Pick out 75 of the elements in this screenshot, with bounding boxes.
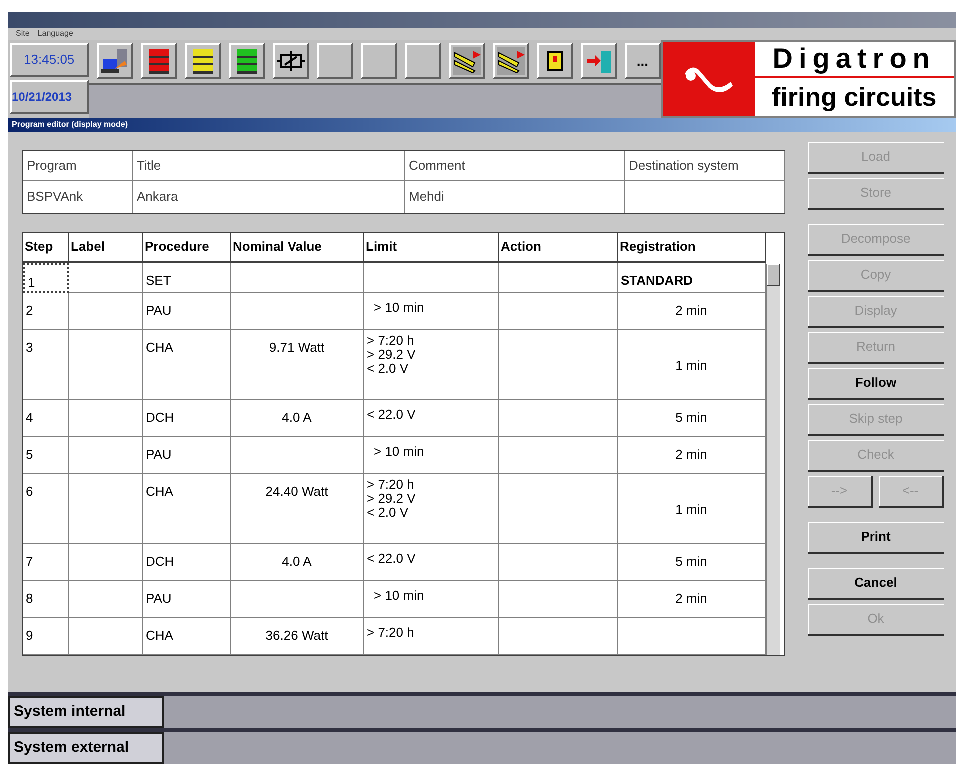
table-cell: 9.71 Watt (231, 330, 364, 400)
table-cell: 4.0 A (231, 400, 364, 437)
table-cell: PAU (143, 581, 231, 618)
table-cell-text: < 22.0 V (367, 408, 417, 422)
toolbar-button[interactable] (404, 43, 441, 79)
table-cell: 36.26 Watt (231, 618, 364, 655)
table-cell: SET (143, 263, 231, 293)
toolbar-button[interactable] (272, 43, 309, 79)
logo-tagline: firing circuits (771, 81, 938, 114)
logo-name: Digatron (754, 42, 954, 78)
column-header: Limit (364, 233, 499, 263)
table-cell: Ankara (133, 181, 405, 213)
column-header: Nominal Value (231, 233, 364, 263)
table-cell: 1 (23, 263, 69, 293)
table-cell-text: < 2.0 V (367, 506, 410, 520)
toolbar-button[interactable] (580, 43, 617, 79)
table-cell-text: < 2.0 V (367, 362, 410, 376)
table-cell: 8 (23, 581, 69, 618)
column-header: Comment (405, 151, 625, 181)
system-tab[interactable]: System external (8, 732, 164, 764)
action-button[interactable]: Print (808, 522, 944, 554)
column-header: Destination system (625, 151, 785, 181)
column-header: Procedure (143, 233, 231, 263)
column-header: Registration (618, 233, 766, 263)
table-cell-text: > 7:20 h (367, 334, 416, 348)
action-button[interactable]: Follow (808, 368, 944, 400)
menu-item[interactable]: Site (16, 28, 30, 40)
table-cell: CHA (143, 330, 231, 400)
toolbar-button[interactable] (536, 43, 573, 79)
table-cell: BSPVAnk (23, 181, 133, 213)
table-cell: DCH (143, 400, 231, 437)
column-header: Step (23, 233, 69, 263)
toolbar-button[interactable] (96, 43, 133, 79)
table-cell: 4 (23, 400, 69, 437)
table-cell: 7 (23, 544, 69, 581)
action-button[interactable]: Cancel (808, 568, 944, 600)
table-cell: 6 (23, 474, 69, 544)
table-cell: 24.40 Watt (231, 474, 364, 544)
table-cell: 5 (23, 437, 69, 474)
table-cell-text: > 10 min (374, 589, 426, 603)
table-cell-text: > 29.2 V (367, 492, 417, 506)
column-header: Action (499, 233, 618, 263)
table-cell-text: > 29.2 V (367, 348, 417, 362)
system-tab[interactable]: System internal (8, 696, 164, 728)
column-header: Program (23, 151, 133, 181)
table-cell: CHA (143, 474, 231, 544)
toolbar-button[interactable] (492, 43, 529, 79)
transfer-icon (496, 47, 525, 75)
table-cell: DCH (143, 544, 231, 581)
more-button[interactable]: ... (624, 43, 661, 79)
table-cell: CHA (143, 618, 231, 655)
clock-date: 10/21/2013 (10, 80, 89, 114)
table-cell-text: > 10 min (374, 445, 426, 459)
column-header: Label (69, 233, 143, 263)
table-cell: 2 (23, 293, 69, 330)
column-header: Title (133, 151, 405, 181)
table-cell: 3 (23, 330, 69, 400)
table-cell-text: > 7:20 h (367, 626, 416, 640)
computer-icon (100, 47, 129, 75)
table-cell-text: < 22.0 V (367, 552, 417, 566)
table-cell: PAU (143, 293, 231, 330)
transfer-icon (452, 47, 481, 75)
table-cell: 9 (23, 618, 69, 655)
clock-time: 13:45:05 (10, 43, 89, 77)
table-cell: Mehdi (405, 181, 625, 213)
editor-title: Program editor (display mode) (12, 119, 128, 131)
menu-item[interactable]: Language (38, 28, 74, 40)
table-cell-text: > 7:20 h (367, 478, 416, 492)
toolbar-button[interactable] (448, 43, 485, 79)
toolbar-button[interactable] (316, 43, 353, 79)
table-cell-text: > 10 min (374, 301, 426, 315)
table-cell: PAU (143, 437, 231, 474)
toolbar-button[interactable] (360, 43, 397, 79)
table-cell: 4.0 A (231, 544, 364, 581)
scroll-thumb (767, 264, 780, 286)
